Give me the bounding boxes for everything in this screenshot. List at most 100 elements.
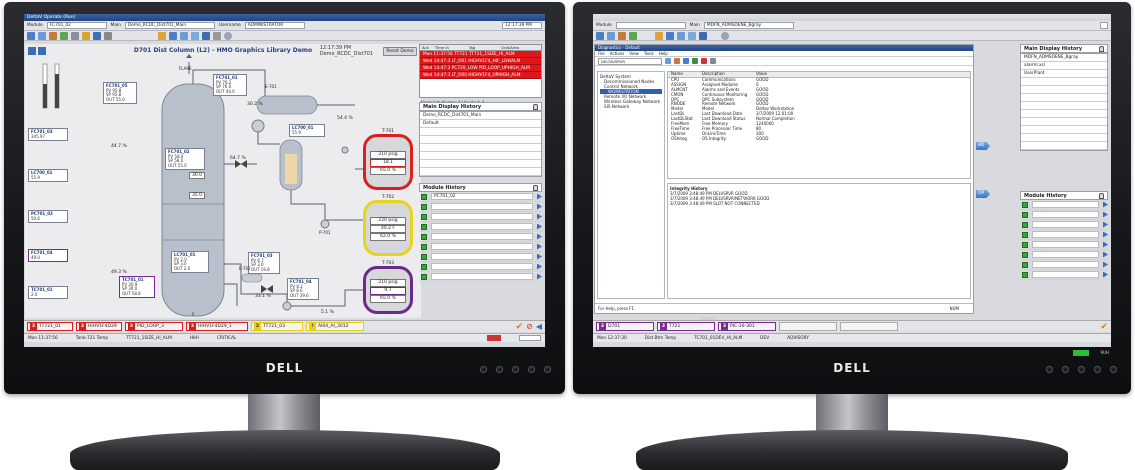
detail-arrow-icon[interactable] — [1103, 201, 1108, 208]
module-history-slot[interactable] — [431, 223, 533, 230]
module-history-slot[interactable] — [431, 243, 533, 250]
menu-help[interactable]: Help — [659, 51, 668, 56]
faceplate-6[interactable]: FC701_03 PV 6.7 SP 3.0 OUT 19.8 — [248, 252, 280, 275]
module-history-row[interactable] — [419, 262, 542, 272]
side-tag-4[interactable]: FC701_04 49.0 — [28, 249, 68, 263]
faceplate-lc700[interactable]: LC700_01 55.9 — [289, 124, 325, 138]
faceplate-5[interactable]: TC701_01 PV 30.9 SP 30.0 OUT 58.8 — [119, 276, 155, 299]
faceplate-2[interactable]: FC701_01 PV 76.2 SP 76.0 OUT 44.0 — [213, 74, 247, 97]
faceplate-icon[interactable] — [1022, 221, 1028, 228]
module-history-row[interactable] — [1020, 220, 1108, 230]
lock-icon[interactable] — [533, 104, 538, 110]
alarm-row[interactable]: Wed 14:47:3 LT_D00 HIGHV1F4_UPHIGH_ALM — [420, 72, 541, 79]
diagnostics-scope-select[interactable]: DELTAVSRVR — [598, 57, 662, 65]
detail-arrow-icon[interactable] — [1103, 241, 1108, 248]
stop-icon[interactable] — [701, 58, 707, 64]
module-history-row[interactable] — [1020, 210, 1108, 220]
folder-icon[interactable] — [674, 58, 680, 64]
detail-arrow-icon[interactable] — [537, 213, 542, 220]
lock-icon[interactable] — [158, 31, 166, 40]
detail-arrow-icon[interactable] — [537, 193, 542, 200]
module-history-slot[interactable] — [1032, 251, 1099, 258]
right-main-field[interactable]: MDFN_ADMSDENE_Bgray — [703, 22, 794, 29]
faceplate-icon[interactable] — [1022, 211, 1028, 218]
alarm-row[interactable]: Wed 14:47:3 LT_D01 HIGHV1F4_HIF_LOWALM — [420, 58, 541, 65]
module-history-slot[interactable] — [1032, 261, 1099, 268]
menu-actions[interactable]: Actions — [610, 51, 625, 56]
module-history-slot[interactable] — [1032, 231, 1099, 238]
detail-arrow-icon[interactable] — [1103, 231, 1108, 238]
zoom-icon[interactable] — [699, 31, 707, 40]
history-item[interactable] — [420, 152, 541, 160]
grid-icon[interactable] — [180, 31, 188, 40]
print-icon[interactable] — [71, 31, 79, 40]
history-item[interactable] — [420, 128, 541, 136]
module-history-slot[interactable] — [431, 233, 533, 240]
col-value[interactable]: Value — [756, 71, 970, 77]
history-item[interactable] — [1021, 110, 1107, 118]
refresh-icon[interactable] — [224, 31, 232, 40]
module-history-slot[interactable] — [1032, 211, 1099, 218]
tank-3[interactable]: T-703 210 psig 9.7 65.0 % — [363, 261, 413, 314]
faceplate-4[interactable]: LC701_01 PV 2.0 SP 3.0 OUT 2.0 — [171, 251, 209, 274]
banner-alarm[interactable]: 3 TT721_01 — [27, 322, 73, 331]
banner-alarm-empty[interactable] — [779, 322, 837, 331]
faceplate-icon[interactable] — [1022, 231, 1028, 238]
monitor-button-icon[interactable] — [512, 366, 519, 373]
banner-alarm-empty[interactable] — [840, 322, 898, 331]
menu-file[interactable]: File — [598, 51, 605, 56]
module-history-row[interactable] — [419, 242, 542, 252]
alarm-row[interactable]: Mon 11:37:56 TT721 TT721_1SIZE_HI_ALM — [420, 51, 541, 58]
history-item[interactable] — [1021, 134, 1107, 142]
detail-arrow-icon[interactable] — [537, 233, 542, 240]
banner-alarm[interactable]: 3 HIHV1F4D29 — [76, 322, 122, 331]
banner-alarm[interactable]: 3 T721 — [657, 322, 715, 331]
monitor-button-icon[interactable] — [480, 366, 487, 373]
module-history-slot[interactable] — [431, 263, 533, 270]
bell-icon[interactable] — [82, 31, 90, 40]
banner-alarm[interactable]: 3 PIC-10-301 — [718, 322, 776, 331]
faceplate-icon[interactable] — [1022, 201, 1028, 208]
side-tag-1[interactable]: FC701_03 345.97 — [28, 128, 68, 142]
history-item[interactable]: UserPlant — [1021, 70, 1107, 78]
module-history-slot[interactable] — [1032, 271, 1099, 278]
faceplate-icon[interactable] — [421, 203, 427, 210]
module-history-slot[interactable] — [1032, 201, 1099, 208]
menu-tools[interactable]: Tools — [644, 51, 654, 56]
settings-icon[interactable] — [104, 31, 112, 40]
detail-arrow-icon[interactable] — [1103, 211, 1108, 218]
acknowledge-icon[interactable]: ✔ — [516, 322, 524, 332]
module-history-row[interactable] — [1020, 240, 1108, 250]
module-history-row[interactable] — [1020, 250, 1108, 260]
faceplate-icon[interactable] — [421, 213, 427, 220]
history-item[interactable] — [420, 136, 541, 144]
module-history-row[interactable] — [1020, 230, 1108, 240]
help-icon[interactable] — [213, 31, 221, 40]
detail-arrow-icon[interactable] — [537, 263, 542, 270]
faceplate-icon[interactable] — [1022, 241, 1028, 248]
display-icon[interactable] — [666, 31, 674, 40]
history-item[interactable]: Demo_RCDC_Dist701_Main — [420, 112, 541, 120]
grid-icon[interactable] — [677, 31, 685, 40]
left-username-field[interactable]: ADMINISTRATOR — [244, 22, 305, 29]
nav-arrow-icon[interactable]: 8D — [976, 142, 990, 150]
module-history-row[interactable] — [419, 252, 542, 262]
monitor-button-icon[interactable] — [1078, 366, 1085, 373]
module-history-row[interactable] — [419, 202, 542, 212]
left-module-field[interactable]: FC701_02 — [46, 22, 107, 29]
module-history-row[interactable] — [419, 272, 542, 282]
right-help-field[interactable] — [1100, 22, 1108, 29]
detail-arrow-icon[interactable] — [537, 243, 542, 250]
module-history-row[interactable] — [419, 222, 542, 232]
history-item[interactable] — [1021, 142, 1107, 150]
acknowledge-icon[interactable]: ✔ — [1100, 322, 1108, 332]
module-history-slot[interactable] — [1032, 241, 1099, 248]
banner-alarm[interactable]: 3 D701 — [596, 322, 654, 331]
side-tag-2[interactable]: LC700_01 55.9 — [28, 169, 68, 183]
run-icon[interactable] — [692, 58, 698, 64]
history-item[interactable] — [1021, 102, 1107, 110]
detail-arrow-icon[interactable] — [1103, 271, 1108, 278]
module-history-row[interactable] — [419, 212, 542, 222]
folder-icon[interactable] — [618, 31, 626, 40]
module-history-row[interactable] — [1020, 200, 1108, 210]
